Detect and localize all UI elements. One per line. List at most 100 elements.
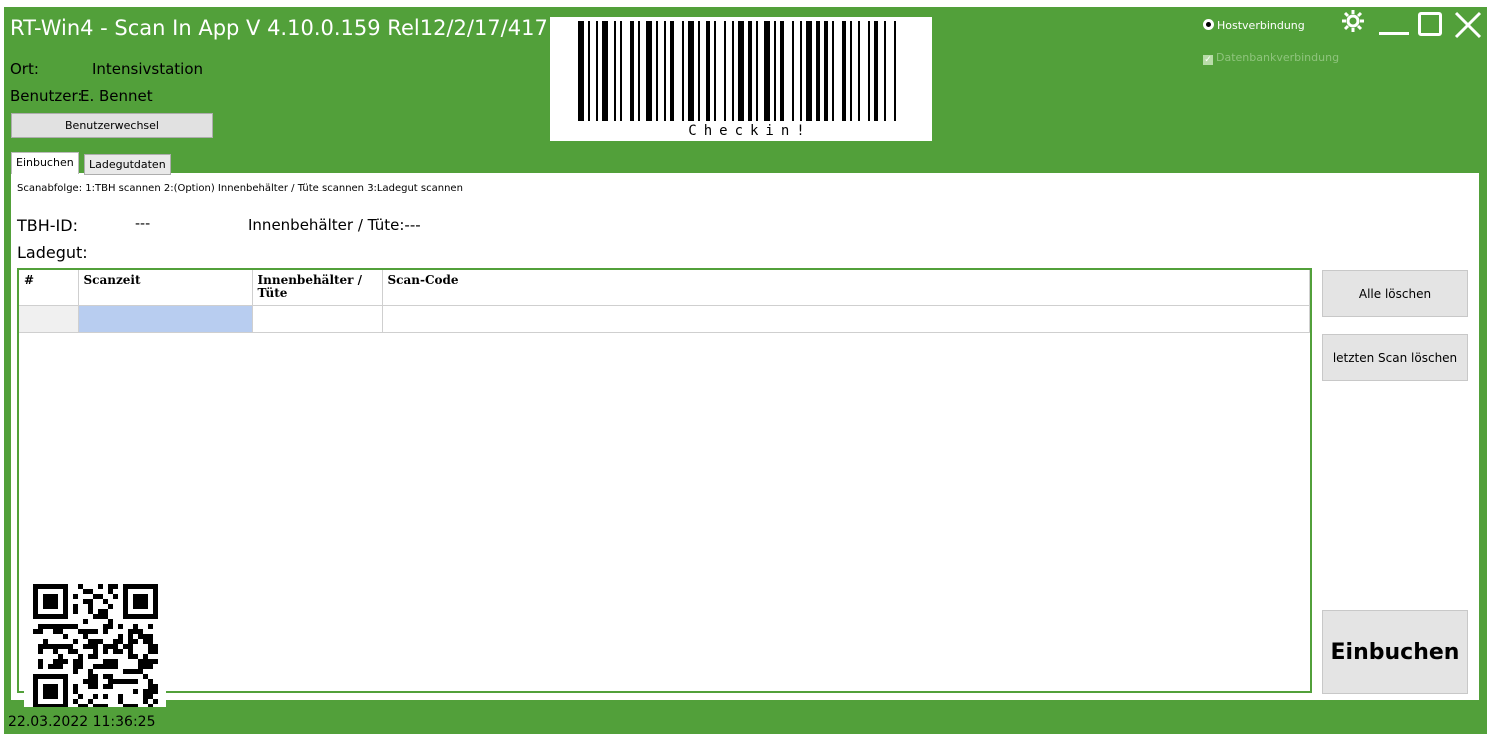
qr-module (88, 684, 93, 689)
qr-module (103, 659, 108, 664)
db-connection-checkbox[interactable]: ✓ Datenbankverbindung (1203, 51, 1339, 65)
qr-module (98, 704, 103, 709)
barcode-bar (646, 21, 652, 121)
tab-einbuchen[interactable]: Einbuchen (11, 152, 79, 174)
qr-module (118, 679, 123, 684)
qr-module (63, 604, 68, 609)
qr-module (38, 614, 43, 619)
qr-module (38, 659, 43, 664)
qr-module (33, 684, 38, 689)
delete-last-scan-button[interactable]: letzten Scan löschen (1322, 334, 1468, 381)
host-connection-radio[interactable]: Hostverbindung (1203, 19, 1305, 32)
qr-module (103, 649, 108, 654)
qr-module (138, 599, 143, 604)
qr-module (113, 644, 118, 649)
minimize-icon[interactable] (1379, 32, 1409, 35)
close-icon[interactable] (1453, 10, 1483, 44)
qr-module (38, 624, 43, 629)
qr-module (148, 614, 153, 619)
qr-module (43, 644, 48, 649)
column-header-scanzeit[interactable]: Scanzeit (78, 270, 253, 306)
column-header-scancode[interactable]: Scan-Code (382, 270, 1310, 306)
qr-module (128, 634, 133, 639)
qr-module (138, 584, 143, 589)
book-in-button[interactable]: Einbuchen (1322, 610, 1468, 694)
qr-module (93, 684, 98, 689)
qr-module (133, 639, 138, 644)
qr-module (43, 689, 48, 694)
table-row[interactable] (19, 305, 1310, 333)
qr-module (98, 664, 103, 669)
barcode-bar (630, 21, 634, 121)
qr-module (138, 659, 143, 664)
scancode-cell[interactable] (382, 305, 1310, 333)
qr-module (133, 584, 138, 589)
qr-module (43, 639, 48, 644)
qr-module (118, 639, 123, 644)
qr-module (108, 684, 113, 689)
qr-module (88, 674, 93, 679)
qr-module (138, 634, 143, 639)
qr-module (53, 659, 58, 664)
qr-module (123, 584, 128, 589)
barcode-bar (850, 21, 852, 121)
barcode-bar (688, 21, 694, 121)
barcode-bar (868, 21, 870, 121)
qr-module (73, 699, 78, 704)
barcode-bar (724, 21, 726, 121)
qr-module (53, 599, 58, 604)
qr-module (53, 584, 58, 589)
qr-module (63, 684, 68, 689)
qr-module (123, 644, 128, 649)
innenbehaelter-cell[interactable] (252, 305, 383, 333)
delete-all-button[interactable]: Alle löschen (1322, 270, 1468, 317)
qr-module (133, 704, 138, 709)
qr-module (98, 609, 103, 614)
qr-module (103, 684, 108, 689)
qr-module (73, 609, 78, 614)
scanzeit-cell[interactable] (78, 305, 253, 333)
barcode-bar (874, 21, 878, 121)
qr-module (58, 629, 63, 634)
barcode-bar (714, 21, 716, 121)
tab-ladegutdaten[interactable]: Ladegutdaten (84, 154, 171, 175)
qr-module (98, 639, 103, 644)
qr-module (113, 594, 118, 599)
qr-module (73, 639, 78, 644)
qr-module (113, 639, 118, 644)
qr-module (153, 684, 158, 689)
qr-module (53, 664, 58, 669)
switch-user-button[interactable]: Benutzerwechsel (11, 113, 213, 138)
qr-module (88, 699, 93, 704)
qr-module (153, 649, 158, 654)
qr-module (93, 704, 98, 709)
row-header-cell[interactable] (19, 305, 79, 333)
maximize-icon[interactable] (1418, 12, 1442, 36)
qr-module (138, 629, 143, 634)
barcode-bar (664, 21, 666, 121)
barcode-bar (738, 21, 744, 121)
qr-module (133, 614, 138, 619)
qr-module (78, 704, 83, 709)
qr-module (83, 589, 88, 594)
qr-module (63, 699, 68, 704)
column-header-innenbehaelter[interactable]: Innenbehälter / Tüte (252, 270, 383, 306)
qr-module (123, 614, 128, 619)
qr-module (93, 614, 98, 619)
qr-module (38, 644, 43, 649)
scan-table[interactable]: # Scanzeit Innenbehälter / Tüte Scan-Cod… (17, 268, 1312, 693)
barcode-bar (706, 21, 710, 121)
qr-module (108, 584, 113, 589)
qr-module (63, 689, 68, 694)
qr-module (113, 659, 118, 664)
gear-icon[interactable] (1340, 8, 1366, 38)
column-header-number[interactable]: # (19, 270, 79, 306)
qr-module (128, 614, 133, 619)
qr-module (58, 584, 63, 589)
qr-module (93, 649, 98, 654)
qr-module (43, 614, 48, 619)
barcode-bar (780, 21, 784, 121)
qr-module (63, 599, 68, 604)
barcode-bar (596, 21, 598, 121)
qr-module (53, 629, 58, 634)
